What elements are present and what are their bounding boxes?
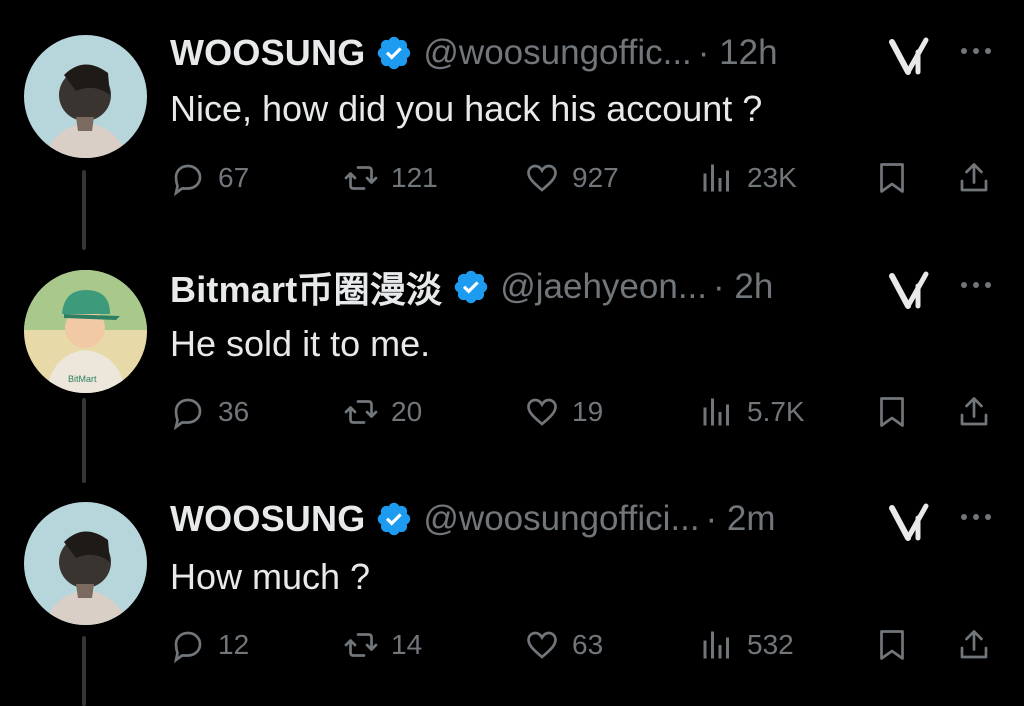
tweet-text: How much ? xyxy=(170,556,371,597)
repost-count: 121 xyxy=(391,162,438,193)
timestamp[interactable]: · 12h xyxy=(698,33,778,73)
share-button[interactable] xyxy=(956,160,992,201)
user-handle[interactable]: @woosungoffici... xyxy=(423,499,699,539)
reply-icon xyxy=(173,631,202,663)
repost-icon xyxy=(344,166,378,190)
views-icon xyxy=(703,631,729,659)
repost-count: 14 xyxy=(391,629,423,660)
repost-button[interactable]: 20 xyxy=(343,394,422,430)
tweet-2[interactable]: BitMart Bitmart币圈漫淡 @jaehyeon... · 2h He… xyxy=(0,233,1024,483)
grok-icon[interactable] xyxy=(888,270,932,310)
verified-badge-icon xyxy=(378,36,411,70)
grok-icon[interactable] xyxy=(888,36,932,76)
views-count: 532 xyxy=(747,629,794,660)
repost-button[interactable]: 121 xyxy=(343,160,438,196)
bookmark-button[interactable] xyxy=(874,627,910,668)
views-button[interactable]: 5.7K xyxy=(699,394,805,430)
like-icon xyxy=(527,631,557,659)
repost-icon xyxy=(344,400,378,424)
reply-count: 36 xyxy=(218,396,250,427)
bookmark-icon xyxy=(880,397,904,427)
views-count: 5.7K xyxy=(747,396,805,427)
reply-icon xyxy=(173,164,202,196)
verified-badge-icon xyxy=(454,270,488,304)
share-button[interactable] xyxy=(956,394,992,435)
tweet-3[interactable]: WOOSUNG @woosungoffici... · 2m How much … xyxy=(0,466,1024,706)
like-button[interactable]: 63 xyxy=(524,627,603,663)
like-count: 927 xyxy=(572,162,619,193)
repost-button[interactable]: 14 xyxy=(343,627,422,663)
like-count: 63 xyxy=(572,629,604,660)
tweet-text: Nice, how did you hack his account ? xyxy=(170,88,763,129)
like-count: 19 xyxy=(572,396,604,427)
views-button[interactable]: 23K xyxy=(699,160,797,196)
user-handle[interactable]: @woosungoffic... xyxy=(423,33,691,73)
tweet-header: WOOSUNG @woosungoffici... · 2m xyxy=(170,497,776,541)
bookmark-button[interactable] xyxy=(874,160,910,201)
avatar[interactable]: BitMart xyxy=(24,270,147,393)
reply-count: 12 xyxy=(218,629,250,660)
views-icon xyxy=(703,164,729,192)
like-icon xyxy=(527,164,557,192)
timestamp[interactable]: · 2m xyxy=(706,499,776,539)
reply-button[interactable]: 12 xyxy=(170,627,249,663)
more-icon[interactable] xyxy=(956,275,996,295)
views-count: 23K xyxy=(747,162,797,193)
avatar[interactable] xyxy=(24,35,147,158)
verified-badge-icon xyxy=(378,502,411,536)
views-button[interactable]: 532 xyxy=(699,627,794,663)
like-button[interactable]: 927 xyxy=(524,160,619,196)
display-name[interactable]: WOOSUNG xyxy=(170,32,365,74)
share-icon xyxy=(960,163,988,192)
bookmark-icon xyxy=(880,163,904,193)
tweet-header: Bitmart币圈漫淡 @jaehyeon... · 2h xyxy=(170,265,773,310)
reply-count: 67 xyxy=(218,162,250,193)
tweet-text: He sold it to me. xyxy=(170,323,431,364)
share-icon xyxy=(960,630,988,659)
reply-button[interactable]: 67 xyxy=(170,160,249,196)
reply-button[interactable]: 36 xyxy=(170,394,249,430)
display-name[interactable]: Bitmart币圈漫淡 xyxy=(170,261,442,313)
avatar-label: BitMart xyxy=(68,374,97,384)
grok-icon[interactable] xyxy=(888,502,932,542)
thread-line xyxy=(82,636,86,706)
repost-count: 20 xyxy=(391,396,423,427)
views-icon xyxy=(703,398,729,426)
more-icon[interactable] xyxy=(956,507,996,527)
share-button[interactable] xyxy=(956,627,992,668)
like-icon xyxy=(527,398,557,426)
like-button[interactable]: 19 xyxy=(524,394,603,430)
display-name[interactable]: WOOSUNG xyxy=(170,498,365,540)
reply-icon xyxy=(173,398,202,430)
repost-icon xyxy=(344,633,378,657)
more-icon[interactable] xyxy=(956,41,996,61)
timestamp[interactable]: · 2h xyxy=(713,267,773,307)
share-icon xyxy=(960,397,988,426)
user-handle[interactable]: @jaehyeon... xyxy=(500,267,707,307)
tweet-header: WOOSUNG @woosungoffic... · 12h xyxy=(170,31,778,75)
avatar[interactable] xyxy=(24,502,147,625)
bookmark-button[interactable] xyxy=(874,394,910,435)
bookmark-icon xyxy=(880,630,904,660)
tweet-1[interactable]: WOOSUNG @woosungoffic... · 12h Nice, how… xyxy=(0,0,1024,250)
